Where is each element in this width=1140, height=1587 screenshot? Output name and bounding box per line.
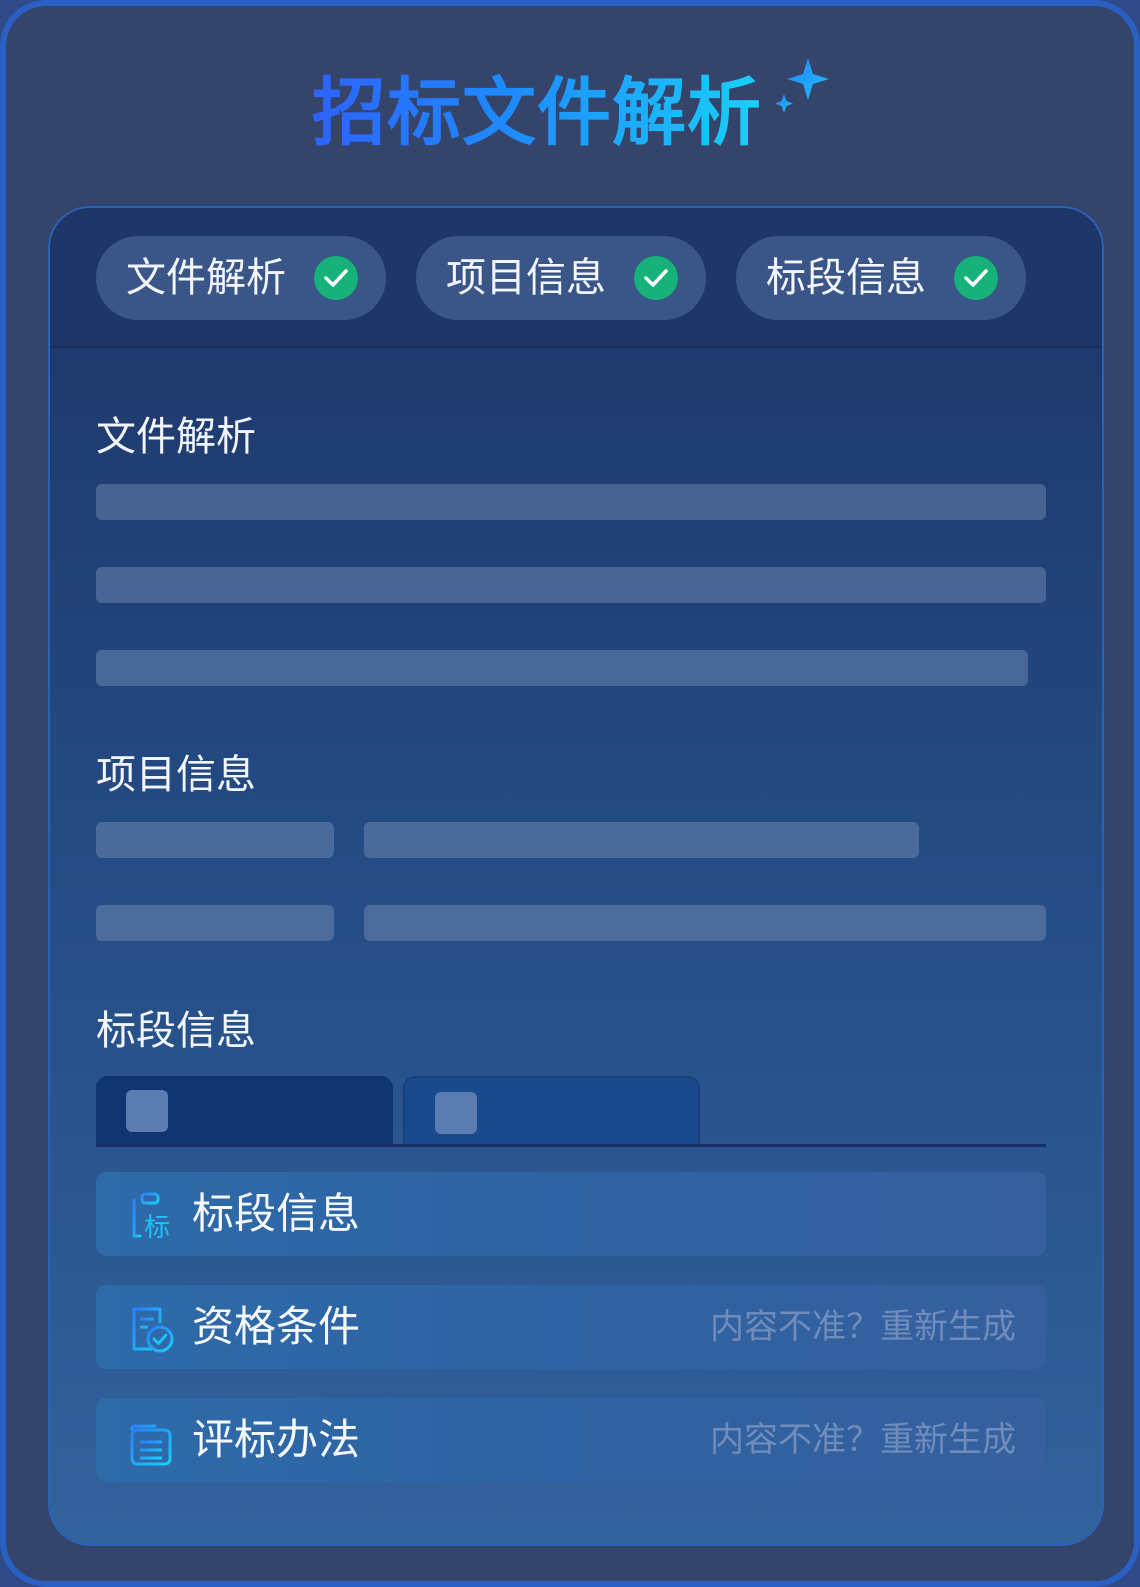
app-frame: 招标文件解析 文件解析 项目信息 标段信息 文件解析 项目信息 标段信息 标 标… bbox=[0, 0, 1140, 1587]
clipboard-bid-icon: 标 bbox=[132, 1192, 170, 1242]
row-bid-section-info[interactable]: 标 标段信息 bbox=[96, 1172, 1046, 1256]
skeleton-label bbox=[96, 822, 334, 858]
section-title-project-info: 项目信息 bbox=[96, 752, 256, 798]
step-label: 文件解析 bbox=[126, 255, 286, 301]
skeleton-value bbox=[364, 905, 1046, 941]
skeleton-value bbox=[364, 822, 919, 858]
section-title-file-parse: 文件解析 bbox=[96, 414, 256, 460]
row-label: 标段信息 bbox=[192, 1189, 361, 1238]
document-list-icon bbox=[130, 1424, 172, 1466]
skeleton-line bbox=[96, 650, 1028, 686]
regenerate-link[interactable]: 内容不准？重新生成 bbox=[710, 1398, 1016, 1482]
skeleton-line bbox=[96, 484, 1046, 520]
page-title: 招标文件解析 bbox=[312, 70, 762, 156]
tab-bid-section-2[interactable] bbox=[403, 1076, 700, 1144]
step-bar: 文件解析 项目信息 标段信息 bbox=[50, 208, 1102, 348]
step-label: 项目信息 bbox=[446, 255, 606, 301]
header: 招标文件解析 bbox=[6, 56, 1134, 166]
tab-placeholder-icon bbox=[435, 1092, 477, 1134]
row-label: 评标办法 bbox=[192, 1415, 361, 1464]
bid-section-tabs bbox=[96, 1074, 1046, 1147]
check-icon bbox=[634, 256, 678, 300]
tab-bid-section-1[interactable] bbox=[96, 1076, 393, 1144]
step-project-info[interactable]: 项目信息 bbox=[416, 236, 706, 320]
step-bid-section[interactable]: 标段信息 bbox=[736, 236, 1026, 320]
section-title-bid-section: 标段信息 bbox=[96, 1008, 256, 1054]
step-file-parse[interactable]: 文件解析 bbox=[96, 236, 386, 320]
skeleton-label bbox=[96, 905, 334, 941]
svg-text:标: 标 bbox=[144, 1213, 170, 1242]
row-qualification[interactable]: 资格条件 内容不准？重新生成 bbox=[96, 1285, 1046, 1369]
sparkle-icon bbox=[775, 58, 829, 113]
row-label: 资格条件 bbox=[192, 1302, 361, 1351]
tab-placeholder-icon bbox=[126, 1090, 168, 1132]
check-icon bbox=[954, 256, 998, 300]
step-label: 标段信息 bbox=[766, 255, 926, 301]
parse-card: 文件解析 项目信息 标段信息 文件解析 项目信息 标段信息 标 标段信息 资格条… bbox=[48, 206, 1104, 1546]
check-icon bbox=[314, 256, 358, 300]
regenerate-link[interactable]: 内容不准？重新生成 bbox=[710, 1285, 1016, 1369]
skeleton-line bbox=[96, 567, 1046, 603]
document-check-icon bbox=[132, 1307, 174, 1353]
row-evaluation-method[interactable]: 评标办法 内容不准？重新生成 bbox=[96, 1398, 1046, 1482]
